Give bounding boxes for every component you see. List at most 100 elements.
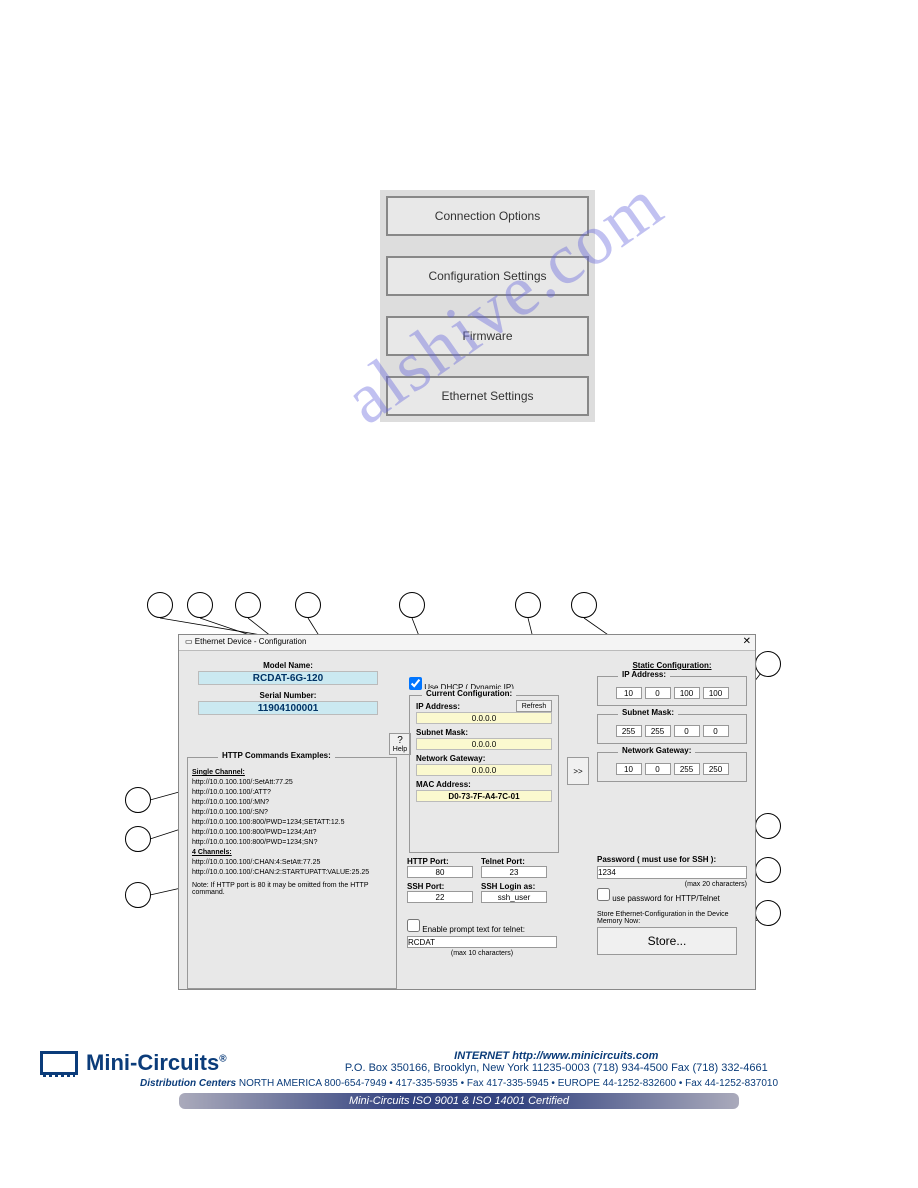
static-gateway-group: Network Gateway: 10 0 255 250 xyxy=(597,752,747,782)
internet-label: INTERNET http://www.minicircuits.com xyxy=(454,1050,658,1062)
configuration-settings-button[interactable]: Configuration Settings xyxy=(386,256,589,296)
use-password-checkbox[interactable] xyxy=(597,888,610,901)
brand-name: Mini-Circuits® xyxy=(86,1050,227,1076)
use-password-label[interactable]: use password for HTTP/Telnet xyxy=(597,894,720,903)
ethernet-config-dialog: ▭ Ethernet Device - Configuration ✕ Mode… xyxy=(178,634,756,990)
help-button[interactable]: ?Help xyxy=(389,733,411,755)
prompt-hint: (max 10 characters) xyxy=(407,950,557,957)
enable-prompt-label[interactable]: Enable prompt text for telnet: xyxy=(407,925,525,934)
callout-circle-12 xyxy=(755,813,781,839)
static-subnet-octet-2[interactable]: 255 xyxy=(645,725,671,737)
model-section: Model Name: RCDAT-6G-120 Serial Number: … xyxy=(193,661,383,721)
static-gw-octet-4[interactable]: 250 xyxy=(703,763,729,775)
static-subnet-octet-1[interactable]: 255 xyxy=(616,725,642,737)
static-ip-title: IP Address: xyxy=(618,670,670,679)
static-gw-octet-1[interactable]: 10 xyxy=(616,763,642,775)
callout-circle-1 xyxy=(147,592,173,618)
store-button[interactable]: Store... xyxy=(597,927,737,955)
enable-prompt-text: Enable prompt text for telnet: xyxy=(422,925,525,934)
static-gw-octet-2[interactable]: 0 xyxy=(645,763,671,775)
static-subnet-octet-4[interactable]: 0 xyxy=(703,725,729,737)
settings-button-panel: Connection Options Configuration Setting… xyxy=(380,190,595,422)
page-footer: Mini-Circuits® INTERNET http://www.minic… xyxy=(40,1050,878,1109)
http-note: Note: If HTTP port is 80 it may be omitt… xyxy=(192,882,392,896)
http-example-9: http://10.0.100.100/:CHAN:2:STARTUPATT:V… xyxy=(192,869,392,876)
static-ip-octet-2[interactable]: 0 xyxy=(645,687,671,699)
current-config-group: Use DHCP ( Dynamic IP) Current Configura… xyxy=(409,695,559,875)
help-icon: ? xyxy=(390,736,410,746)
serial-number-label: Serial Number: xyxy=(193,691,383,700)
static-ip-octet-1[interactable]: 10 xyxy=(616,687,642,699)
distribution-text: NORTH AMERICA 800-654-7949 • 417-335-593… xyxy=(236,1078,778,1089)
ethernet-settings-button[interactable]: Ethernet Settings xyxy=(386,376,589,416)
static-ip-group: IP Address: 10 0 100 100 xyxy=(597,676,747,706)
ip-address-value: 0.0.0.0 xyxy=(416,712,552,724)
store-label: Store Ethernet-Configuration in the Devi… xyxy=(597,911,747,925)
enable-prompt-checkbox[interactable] xyxy=(407,919,420,932)
callout-circle-11 xyxy=(125,882,151,908)
static-config-title: Static Configuration: xyxy=(597,661,747,670)
http-port-input[interactable]: 80 xyxy=(407,866,473,878)
firmware-button[interactable]: Firmware xyxy=(386,316,589,356)
telnet-prompt-section: Enable prompt text for telnet: (max 10 c… xyxy=(407,919,557,957)
dialog-title: Ethernet Device - Configuration xyxy=(195,637,307,646)
callout-circle-9 xyxy=(125,787,151,813)
telnet-port-label: Telnet Port: xyxy=(481,857,547,866)
logo-icon xyxy=(40,1051,78,1075)
distribution-label: Distribution Centers xyxy=(140,1078,236,1089)
static-subnet-octet-3[interactable]: 0 xyxy=(674,725,700,737)
mac-address-label: MAC Address: xyxy=(416,780,552,789)
static-gateway-title: Network Gateway: xyxy=(618,746,695,755)
close-icon[interactable]: ✕ xyxy=(743,636,751,647)
static-subnet-title: Subnet Mask: xyxy=(618,708,678,717)
callout-circle-8 xyxy=(755,651,781,677)
telnet-port-input[interactable]: 23 xyxy=(481,866,547,878)
callout-lines xyxy=(0,0,918,1188)
subnet-mask-value: 0.0.0.0 xyxy=(416,738,552,750)
password-label: Password ( must use for SSH ): xyxy=(597,855,747,864)
static-ip-octet-4[interactable]: 100 xyxy=(703,687,729,699)
callout-circle-14 xyxy=(755,900,781,926)
callout-circle-4 xyxy=(295,592,321,618)
ssh-port-input[interactable]: 22 xyxy=(407,891,473,903)
callout-circle-5 xyxy=(399,592,425,618)
http-example-4: http://10.0.100.100/:SN? xyxy=(192,809,392,816)
ports-section: HTTP Port:80 Telnet Port:23 SSH Port:22 … xyxy=(407,857,557,903)
callout-circle-6 xyxy=(515,592,541,618)
single-channel-heading: Single Channel: xyxy=(192,769,392,776)
connection-options-button[interactable]: Connection Options xyxy=(386,196,589,236)
refresh-button[interactable]: Refresh xyxy=(516,700,552,712)
http-example-8: http://10.0.100.100/:CHAN:4:SetAtt:77.25 xyxy=(192,859,392,866)
callout-circle-7 xyxy=(571,592,597,618)
use-password-text: use password for HTTP/Telnet xyxy=(612,894,720,903)
static-ip-octet-3[interactable]: 100 xyxy=(674,687,700,699)
callout-circle-13 xyxy=(755,857,781,883)
network-gateway-label: Network Gateway: xyxy=(416,754,552,763)
http-example-3: http://10.0.100.100/:MN? xyxy=(192,799,392,806)
callout-circle-3 xyxy=(235,592,261,618)
password-input[interactable] xyxy=(597,866,747,879)
callout-circle-2 xyxy=(187,592,213,618)
ssh-login-label: SSH Login as: xyxy=(481,882,547,891)
http-example-7: http://10.0.100.100:800/PWD=1234;SN? xyxy=(192,839,392,846)
serial-number-value: 11904100001 xyxy=(198,701,378,715)
http-commands-title: HTTP Commands Examples: xyxy=(218,751,335,760)
static-gw-octet-3[interactable]: 255 xyxy=(674,763,700,775)
http-commands-group: HTTP Commands Examples: Single Channel: … xyxy=(187,757,397,989)
prompt-text-input[interactable] xyxy=(407,936,557,948)
use-dhcp-checkbox[interactable] xyxy=(409,677,422,690)
http-example-6: http://10.0.100.100:800/PWD=1234;Att? xyxy=(192,829,392,836)
four-channels-heading: 4 Channels: xyxy=(192,849,392,856)
ssh-login-input[interactable]: ssh_user xyxy=(481,891,547,903)
http-example-1: http://10.0.100.100/:SetAtt:77.25 xyxy=(192,779,392,786)
mac-address-value: D0-73-7F-A4-7C-01 xyxy=(416,790,552,802)
static-config-group: Static Configuration: IP Address: 10 0 1… xyxy=(597,661,747,790)
iso-certification-band: Mini-Circuits ISO 9001 & ISO 14001 Certi… xyxy=(179,1093,739,1109)
subnet-mask-label: Subnet Mask: xyxy=(416,728,552,737)
copy-to-static-button[interactable]: >> xyxy=(567,757,589,785)
http-example-5: http://10.0.100.100:800/PWD=1234;SETATT:… xyxy=(192,819,392,826)
http-port-label: HTTP Port: xyxy=(407,857,473,866)
ssh-port-label: SSH Port: xyxy=(407,882,473,891)
footer-address: P.O. Box 350166, Brooklyn, New York 1123… xyxy=(235,1062,878,1074)
dialog-titlebar: ▭ Ethernet Device - Configuration ✕ xyxy=(179,635,755,651)
